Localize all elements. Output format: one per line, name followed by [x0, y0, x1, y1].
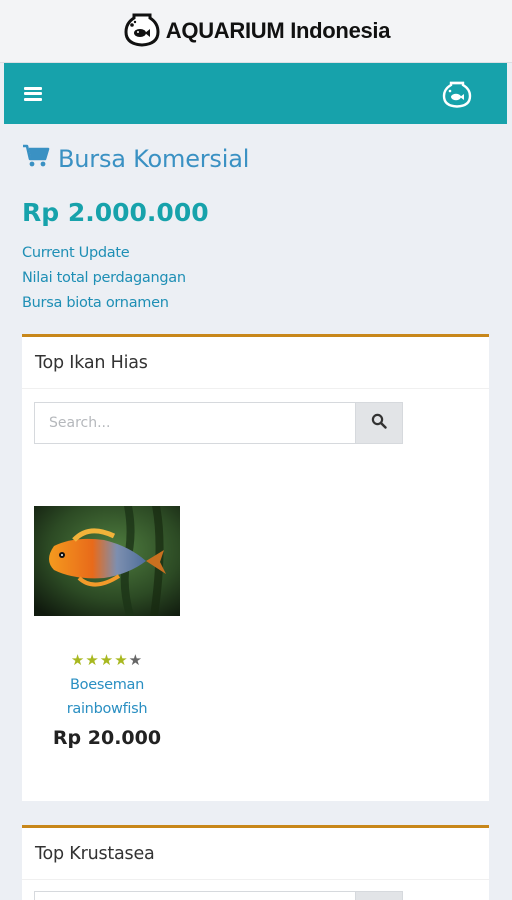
- search-bar: [34, 891, 403, 900]
- product-price: Rp 20.000: [52, 727, 162, 749]
- hero-description: Current Update Nilai total perdagangan B…: [22, 241, 492, 316]
- hero-line-current-update: Current Update: [22, 245, 130, 261]
- section-header: Top Ikan Hias: [22, 337, 489, 389]
- page-title: Bursa Komersial: [22, 140, 492, 178]
- product-name-link[interactable]: Boeseman rainbowfish: [34, 673, 180, 721]
- product-rating: ★★★★★: [34, 651, 180, 669]
- page-title-text: Bursa Komersial: [58, 145, 250, 173]
- fishbowl-icon[interactable]: [441, 78, 473, 110]
- hero-line-ornamental-market: Bursa biota ornamen: [22, 295, 169, 311]
- product-card: ★★★★★ Boeseman rainbowfish Rp 20.000: [34, 506, 180, 749]
- search-input[interactable]: [34, 402, 355, 444]
- hero-line-total-trade: Nilai total perdagangan: [22, 270, 186, 286]
- rating-stars-filled: ★★★★: [70, 652, 129, 669]
- product-name-line-1: Boeseman: [69, 677, 144, 693]
- main-navbar: [4, 63, 507, 124]
- search-button[interactable]: [355, 891, 403, 900]
- total-trade-value: Rp 2.000.000: [22, 198, 209, 227]
- rating-star-empty: ★: [128, 652, 144, 669]
- search-input[interactable]: [34, 891, 355, 900]
- product-name-line-2: rainbowfish: [66, 701, 148, 717]
- search-button[interactable]: [355, 402, 403, 444]
- search-bar: [34, 402, 403, 444]
- top-header: AQUARIUM Indonesia: [0, 0, 512, 63]
- section-header: Top Krustasea: [22, 828, 489, 880]
- section-card-top-krustasea: Top Krustasea: [22, 825, 489, 900]
- site-logo-text: AQUARIUM Indonesia: [165, 18, 391, 43]
- section-card-top-ikan-hias: Top Ikan Hias Search... ★★★★★ Boeseman r…: [22, 334, 489, 801]
- section-title: Top Krustasea: [35, 843, 155, 864]
- product-image[interactable]: [34, 506, 180, 616]
- shopping-cart-icon: [22, 144, 50, 175]
- site-logo[interactable]: AQUARIUM Indonesia: [122, 9, 390, 54]
- section-title: Top Ikan Hias: [35, 352, 148, 373]
- fishbowl-icon: [122, 9, 162, 54]
- hamburger-menu-icon[interactable]: [24, 86, 42, 101]
- search-icon: [371, 413, 387, 434]
- hero-section: Bursa Komersial Rp 2.000.000 Current Upd…: [22, 140, 492, 316]
